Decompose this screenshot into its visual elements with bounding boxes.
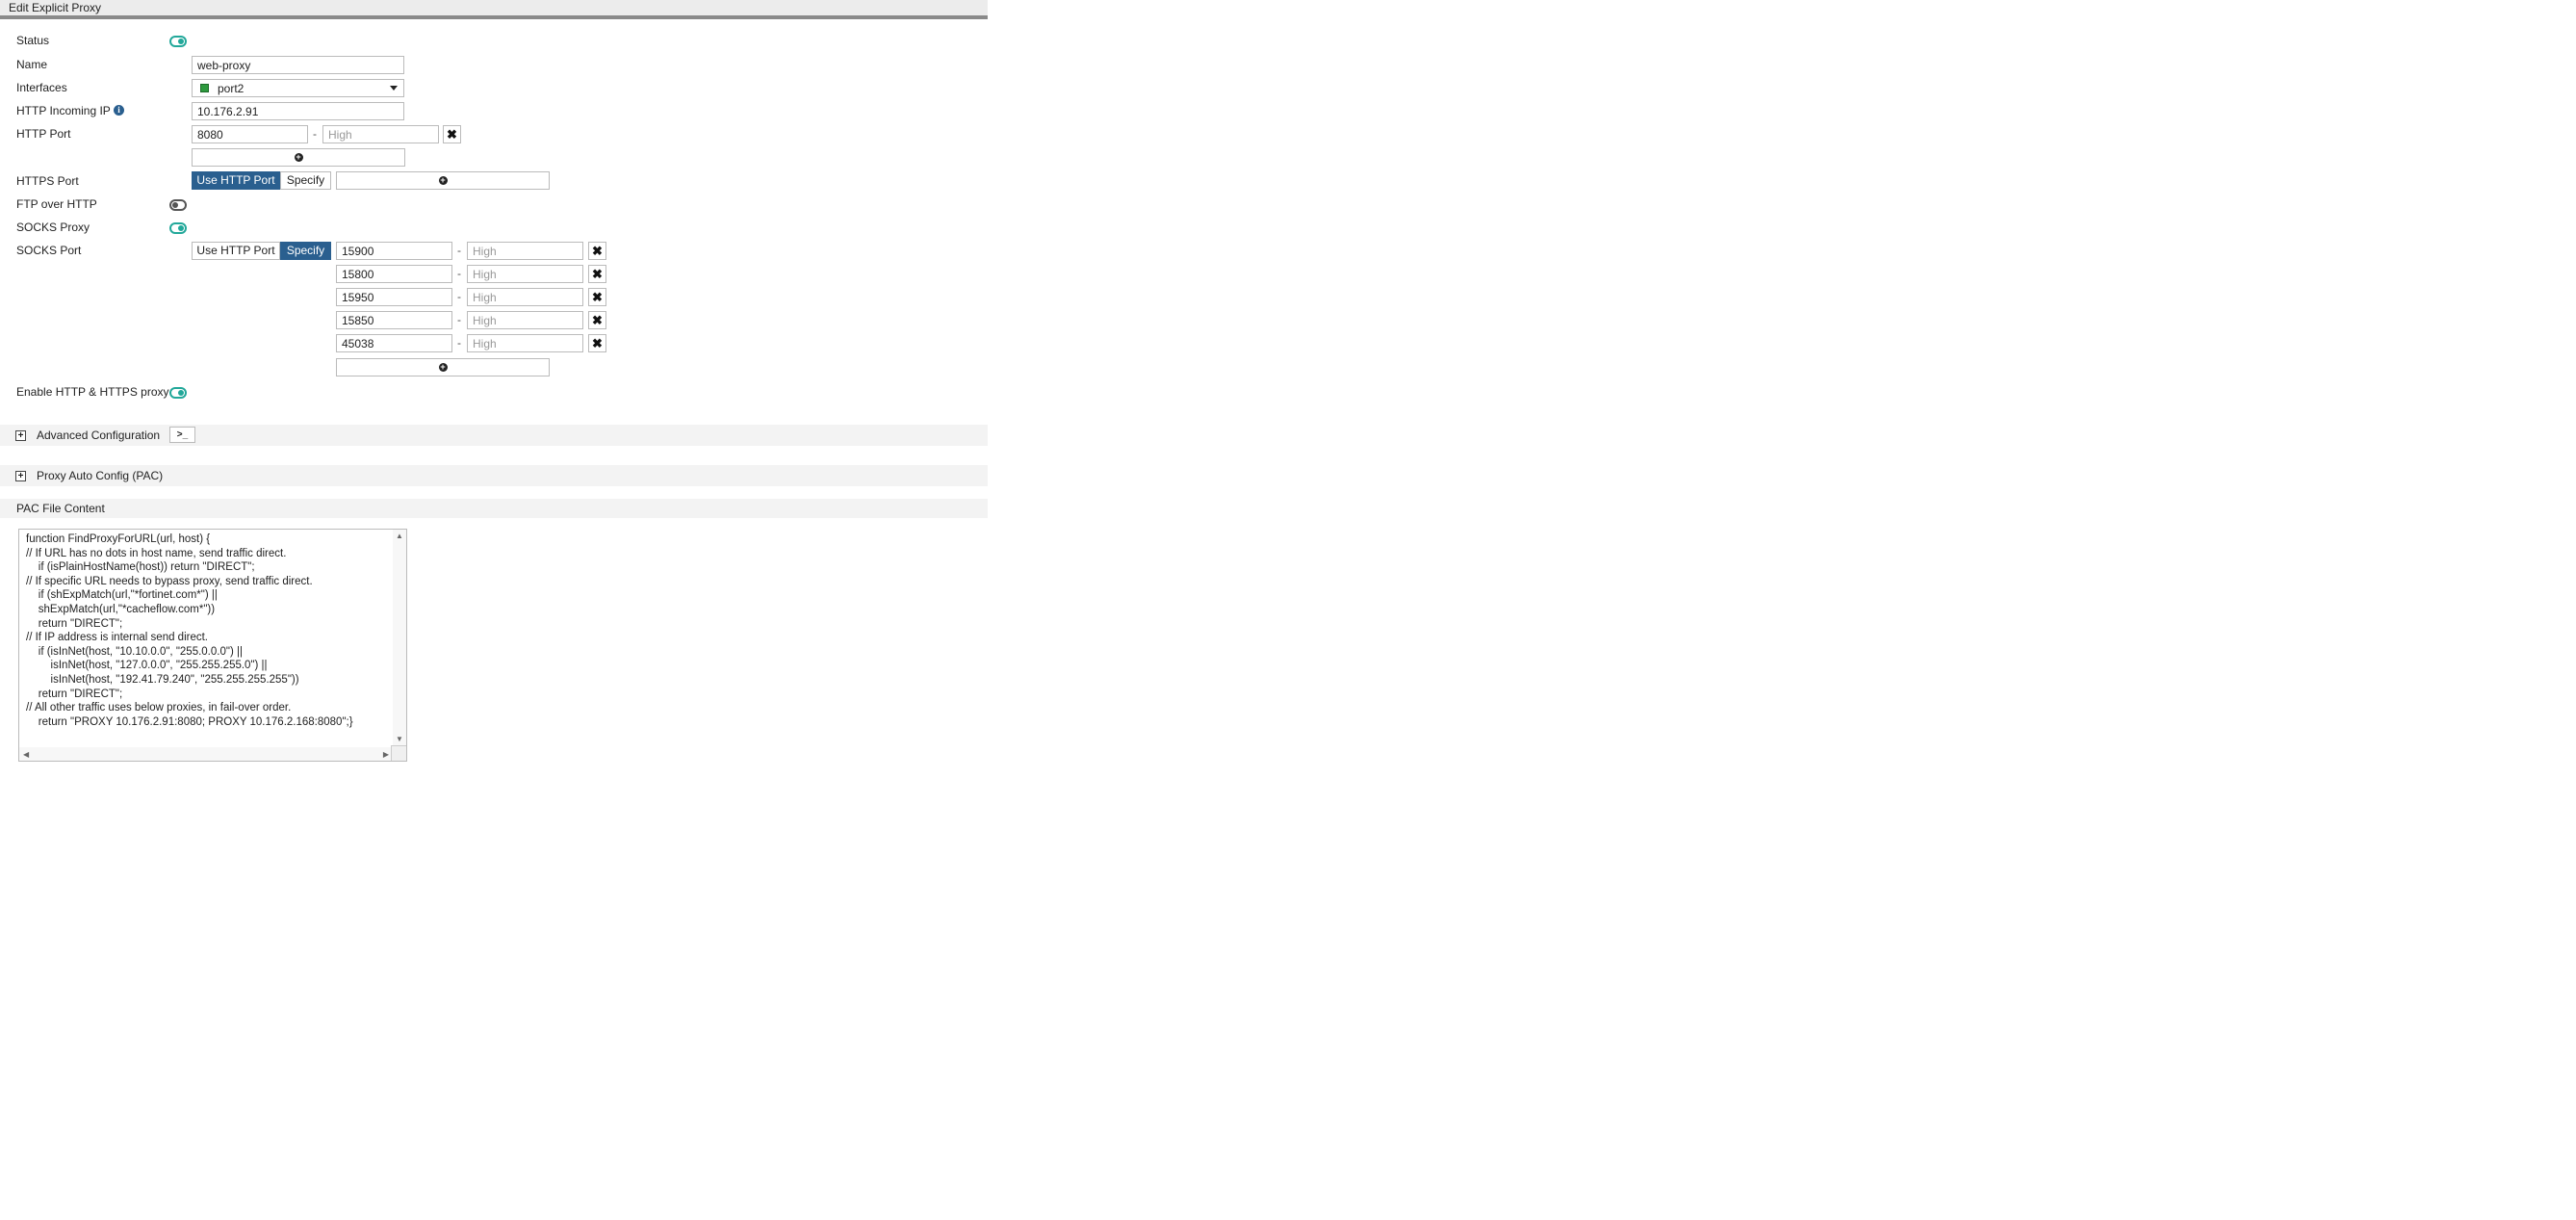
cli-icon[interactable]: >_ [169,427,195,443]
pac-file-content-header: PAC File Content [0,499,988,518]
scroll-left-icon[interactable]: ◀ [23,750,29,759]
vertical-scrollbar[interactable]: ▲ ▼ [393,530,406,745]
name-label: Name [16,58,48,71]
close-icon: ✖ [592,312,603,327]
proxy-auto-config-section[interactable]: + Proxy Auto Config (PAC) [0,465,988,486]
port-range-dash: - [457,313,461,326]
interfaces-select[interactable]: port2 [192,79,404,97]
http-port-high-input[interactable] [322,125,439,143]
https-specify-button[interactable]: Specify [280,171,331,190]
https-use-http-port-button[interactable]: Use HTTP Port [192,171,280,190]
socks-port-high-input[interactable] [467,311,583,329]
plus-circle-icon: + [438,362,448,372]
interface-value: port2 [218,82,245,95]
incoming-ip-input[interactable] [192,102,404,120]
ftp-over-http-label: FTP over HTTP [16,197,97,211]
enable-http-https-toggle[interactable] [169,387,187,399]
close-icon: ✖ [592,266,603,281]
socks-port-high-input[interactable] [467,288,583,306]
incoming-ip-label: HTTP Incoming IP [16,104,111,117]
info-icon[interactable]: i [114,105,124,116]
socks-use-http-port-button[interactable]: Use HTTP Port [192,242,280,260]
port-range-dash: - [313,127,317,141]
https-port-label: HTTPS Port [16,174,79,188]
pac-code[interactable]: function FindProxyForURL(url, host) { //… [26,532,353,729]
status-label: Status [16,34,50,47]
remove-socks-port-button[interactable]: ✖ [588,311,606,329]
socks-port-high-input[interactable] [467,265,583,283]
resize-handle-icon[interactable] [391,745,406,761]
socks-port-high-input[interactable] [467,242,583,260]
remove-http-port-button[interactable]: ✖ [443,125,461,143]
port-range-dash: - [457,244,461,257]
remove-socks-port-button[interactable]: ✖ [588,265,606,283]
edit-explicit-proxy-panel: Edit Explicit Proxy Status Name Interfac… [0,0,988,785]
add-socks-port-button[interactable]: + [336,358,550,376]
add-https-port-button[interactable]: + [336,171,550,190]
socks-specify-button[interactable]: Specify [280,242,331,260]
ftp-over-http-toggle[interactable] [169,199,187,211]
socks-proxy-label: SOCKS Proxy [16,221,90,234]
expand-icon[interactable]: + [15,430,26,441]
socks-port-low-input[interactable] [336,242,452,260]
scroll-up-icon[interactable]: ▲ [396,532,403,540]
close-icon: ✖ [592,335,603,350]
port-range-dash: - [457,267,461,280]
close-icon: ✖ [592,243,603,258]
proxy-auto-config-title: Proxy Auto Config (PAC) [37,469,164,482]
socks-port-low-input[interactable] [336,265,452,283]
scroll-down-icon[interactable]: ▼ [396,735,403,743]
socks-port-low-input[interactable] [336,311,452,329]
socks-proxy-toggle[interactable] [169,222,187,234]
close-icon: ✖ [447,126,457,142]
scroll-right-icon[interactable]: ▶ [383,750,389,759]
window-title: Edit Explicit Proxy [0,0,988,19]
plus-circle-icon: + [438,175,448,185]
expand-icon[interactable]: + [15,471,26,481]
pac-file-editor[interactable]: function FindProxyForURL(url, host) { //… [18,529,407,762]
remove-socks-port-button[interactable]: ✖ [588,242,606,260]
port-range-dash: - [457,336,461,350]
socks-port-low-input[interactable] [336,288,452,306]
http-port-low-input[interactable] [192,125,308,143]
advanced-configuration-section[interactable]: + Advanced Configuration >_ [0,425,988,446]
advanced-configuration-title: Advanced Configuration [37,428,161,442]
chevron-down-icon [390,86,398,91]
interfaces-label: Interfaces [16,81,67,94]
enable-http-https-label: Enable HTTP & HTTPS proxy [16,385,169,399]
close-icon: ✖ [592,289,603,304]
http-port-label: HTTP Port [16,127,71,141]
horizontal-scrollbar[interactable]: ◀ ▶ [19,747,393,761]
pac-file-content-title: PAC File Content [16,502,105,515]
name-input[interactable] [192,56,404,74]
remove-socks-port-button[interactable]: ✖ [588,334,606,352]
socks-port-high-input[interactable] [467,334,583,352]
socks-port-label: SOCKS Port [16,244,82,257]
add-http-port-button[interactable]: + [192,148,405,167]
status-toggle[interactable] [169,36,187,47]
interface-port-icon [200,84,209,92]
port-range-dash: - [457,290,461,303]
remove-socks-port-button[interactable]: ✖ [588,288,606,306]
plus-circle-icon: + [294,152,303,162]
socks-port-low-input[interactable] [336,334,452,352]
